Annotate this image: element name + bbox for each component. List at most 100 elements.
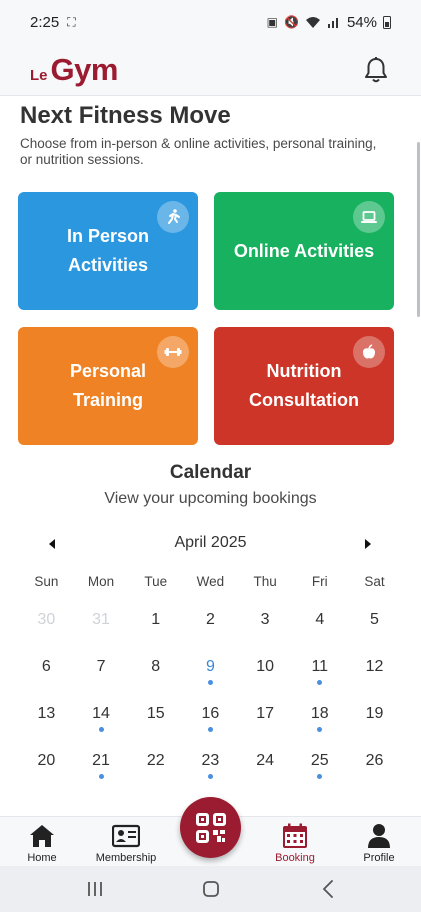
status-time: 2:25 [30,13,60,31]
battery-icon [383,16,391,29]
booking-indicator-dot [317,727,323,732]
screen-record-icon: ⛶ [67,14,76,29]
calendar-day[interactable]: 31 [74,611,129,641]
app-logo[interactable]: Le Gym [30,52,118,88]
calendar-day[interactable]: 23 [183,752,238,782]
personal-training-card[interactable]: Personal Training [18,327,198,445]
calendar-day[interactable]: 11 [292,658,347,688]
booking-indicator-dot [98,774,104,779]
day-number: 19 [365,705,384,722]
nav-home[interactable]: Home [0,823,84,864]
day-number: 23 [201,752,220,769]
calendar-day[interactable]: 16 [183,705,238,735]
day-number: 26 [365,752,384,769]
day-number: 1 [151,611,161,628]
qr-code-button[interactable] [180,797,241,858]
caret-right-icon [365,539,371,549]
calendar-day[interactable]: 15 [128,705,183,735]
day-number: 11 [311,658,329,675]
calendar-day[interactable]: 22 [128,752,183,782]
main-content[interactable]: Next Fitness Move Choose from in-person … [0,96,421,816]
calendar-day-today[interactable]: 9 [183,658,238,688]
calendar-day[interactable]: 6 [19,658,74,688]
app-header: Le Gym [0,44,421,96]
calendar-day[interactable]: 4 [292,611,347,641]
calendar-day[interactable]: 5 [347,611,402,641]
calendar-day[interactable]: 17 [238,705,293,735]
user-icon [368,824,390,848]
nav-membership-label: Membership [95,852,157,864]
calendar-day[interactable]: 30 [19,611,74,641]
in-person-activities-card[interactable]: In Person Activities [18,192,198,310]
nav-profile[interactable]: Profile [337,823,421,864]
card-label: Online Activities [233,240,375,261]
calendar-day[interactable]: 10 [238,658,293,688]
status-bar: 2:25 ⛶ ▣ 🔇 54% [0,0,421,44]
day-number: 4 [315,611,325,628]
weekday-label: Mon [87,574,115,589]
calendar-day[interactable]: 13 [19,705,74,735]
home-icon [30,825,54,847]
day-number: 3 [260,611,270,628]
back-icon[interactable] [318,878,340,900]
nutrition-consultation-card[interactable]: Nutrition Consultation [214,327,394,445]
day-number: 5 [370,611,379,628]
calendar-day[interactable]: 14 [74,705,129,735]
calendar-day[interactable]: 7 [74,658,129,688]
card-label: In Person Activities [66,226,150,275]
weekday-label: Sat [364,574,385,589]
scrollbar[interactable] [417,142,420,317]
notification-bell-icon[interactable] [363,56,389,84]
booking-indicator-dot [207,727,213,732]
dumbbell-icon [157,336,189,368]
calendar-day[interactable]: 20 [19,752,74,782]
weekday-label: Tue [144,574,168,589]
nfc-icon: ▣ [266,15,279,29]
calendar-day[interactable]: 21 [74,752,129,782]
calendar-day[interactable]: 3 [238,611,293,641]
calendar-day[interactable]: 2 [183,611,238,641]
logo-prefix: Le [30,66,48,84]
calendar-day[interactable]: 26 [347,752,402,782]
calendar-day[interactable]: 1 [128,611,183,641]
weekday-label: Thu [253,574,277,589]
running-person-icon [157,201,189,233]
booking-indicator-dot [98,727,104,732]
day-number: 31 [92,611,110,628]
day-number: 8 [151,658,161,675]
day-number: 9 [205,658,215,675]
next-month-button[interactable] [358,534,378,554]
day-number: 16 [201,705,220,722]
system-navigation-bar [0,866,421,912]
calendar-week: 13 14 15 16 17 18 19 [19,705,402,735]
day-number: 25 [310,752,329,769]
booking-indicator-dot [207,774,213,779]
weekday-header: Sun Mon Tue Wed Thu Fri Sat [19,574,402,589]
calendar-day[interactable]: 24 [238,752,293,782]
calendar-week: 6 7 8 9 10 11 12 [19,658,402,688]
home-button-icon[interactable] [200,878,222,900]
nav-membership[interactable]: Membership [84,823,168,864]
day-number: 20 [37,752,56,769]
signal-icon [327,18,338,28]
recent-apps-icon[interactable] [84,878,106,900]
day-number: 12 [365,658,384,675]
page-title: Next Fitness Move [20,102,231,129]
calendar-day[interactable]: 12 [347,658,402,688]
calendar-week: 30 31 1 2 3 4 5 [19,611,402,641]
nav-booking-label: Booking [275,852,315,864]
online-activities-card[interactable]: Online Activities [214,192,394,310]
calendar-day[interactable]: 19 [347,705,402,735]
weekday-label: Fri [311,574,328,589]
booking-indicator-dot [317,680,323,685]
day-number: 2 [205,611,215,628]
calendar-day[interactable]: 8 [128,658,183,688]
calendar-day[interactable]: 25 [292,752,347,782]
wifi-icon [305,17,320,28]
booking-indicator-dot [317,774,323,779]
logo-main: Gym [50,51,119,87]
day-number: 21 [92,752,110,769]
day-number: 14 [92,705,110,722]
calendar-day[interactable]: 18 [292,705,347,735]
nav-booking[interactable]: Booking [253,823,337,864]
